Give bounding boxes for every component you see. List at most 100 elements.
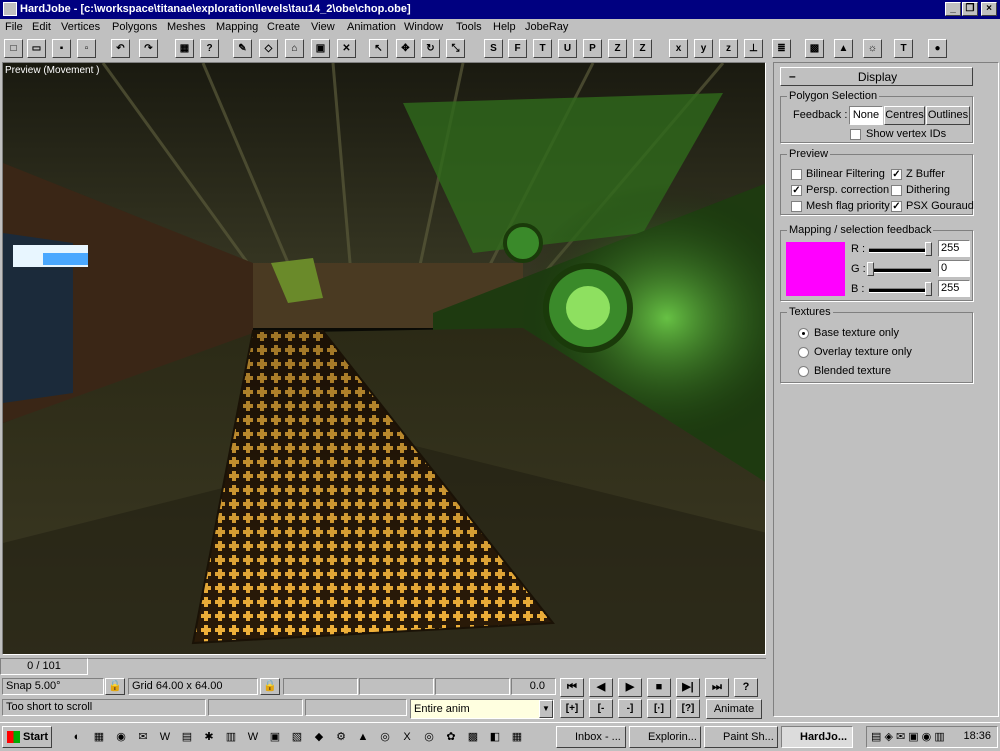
quick-launch-12-icon[interactable]: ⚙ <box>334 730 348 744</box>
redo-icon[interactable]: ↷ <box>139 39 158 58</box>
menu-file[interactable]: File <box>5 21 23 33</box>
quick-launch-9-icon[interactable]: ▣ <box>268 730 282 744</box>
quick-launch-8-icon[interactable]: W <box>246 730 260 744</box>
feedback-centres-button[interactable]: Centres <box>884 106 925 125</box>
preview-viewport[interactable]: Preview (Movement ) <box>2 62 766 655</box>
quick-launch-3-icon[interactable]: ✉ <box>136 730 150 744</box>
panel-header[interactable]: – Display <box>780 67 973 86</box>
play-icon[interactable]: ▶ <box>618 678 642 697</box>
quick-launch-10-icon[interactable]: ▧ <box>290 730 304 744</box>
quick-launch-2-icon[interactable]: ◉ <box>114 730 128 744</box>
quick-launch-1-icon[interactable]: ▦ <box>92 730 106 744</box>
add-key-icon[interactable]: [+] <box>560 699 584 718</box>
undo-icon[interactable]: ↶ <box>111 39 130 58</box>
open-folder-icon[interactable]: ▭ <box>27 39 46 58</box>
step-forward-icon[interactable]: ▶| <box>676 678 700 697</box>
menu-mapping[interactable]: Mapping <box>216 21 258 33</box>
texture-panel-icon[interactable]: ▩ <box>805 39 824 58</box>
quick-launch-16-icon[interactable]: ◎ <box>422 730 436 744</box>
scale-icon[interactable]: ⤡ <box>446 39 465 58</box>
dropdown-arrow-icon[interactable]: ▼ <box>539 700 553 718</box>
quick-launch-17-icon[interactable]: ✿ <box>444 730 458 744</box>
axis-z-icon[interactable]: z <box>719 39 738 58</box>
menu-view[interactable]: View <box>311 21 335 33</box>
key-next-icon[interactable]: -] <box>618 699 642 718</box>
menu-create[interactable]: Create <box>267 21 300 33</box>
quick-launch-11-icon[interactable]: ◆ <box>312 730 326 744</box>
menu-window[interactable]: Window <box>404 21 443 33</box>
quick-launch-7-icon[interactable]: ▥ <box>224 730 238 744</box>
quick-launch-15-icon[interactable]: X <box>400 730 414 744</box>
move-icon[interactable]: ✥ <box>396 39 415 58</box>
playback-help-icon[interactable]: ? <box>734 678 758 697</box>
mode-u-icon[interactable]: U <box>558 39 577 58</box>
color-swatch[interactable] <box>786 242 845 296</box>
quick-launch-6-icon[interactable]: ✱ <box>202 730 216 744</box>
show-vertex-ids-checkbox[interactable] <box>850 129 861 140</box>
help-icon[interactable]: ? <box>200 39 219 58</box>
snap-lock-button[interactable]: 🔒 <box>105 678 125 695</box>
quick-launch-4-icon[interactable]: W <box>158 730 172 744</box>
new-file-icon[interactable]: □ <box>4 39 23 58</box>
grid-icon[interactable]: ▦ <box>175 39 194 58</box>
cross-tool-icon[interactable]: ✕ <box>337 39 356 58</box>
polygon-icon[interactable]: ◇ <box>259 39 278 58</box>
menu-animation[interactable]: Animation <box>347 21 396 33</box>
g-value-field[interactable]: 0 <box>938 260 970 277</box>
cube-icon[interactable]: ▣ <box>311 39 330 58</box>
menu-edit[interactable]: Edit <box>32 21 51 33</box>
key-help-icon[interactable]: [?] <box>676 699 700 718</box>
title-bar[interactable]: HardJobe - [c:\workspace\titanae\explora… <box>0 0 1000 19</box>
app-icon[interactable] <box>3 2 17 16</box>
save-icon[interactable]: ▪ <box>52 39 71 58</box>
task-inbox[interactable]: Inbox - ... <box>556 726 626 748</box>
pen-icon[interactable]: ✎ <box>233 39 252 58</box>
key-prev-icon[interactable]: [- <box>589 699 613 718</box>
go-end-icon[interactable]: ⏭ <box>705 678 729 697</box>
preview-option-5-checkbox[interactable]: ✓ <box>891 201 902 212</box>
preview-option-4-checkbox[interactable] <box>791 201 802 212</box>
preview-option-1-checkbox[interactable]: ✓ <box>891 169 902 180</box>
task-paintshop[interactable]: Paint Sh... <box>704 726 778 748</box>
tray-icons[interactable]: ▤ ◈ ✉ ▣ ◉ ▥ <box>871 730 945 743</box>
preview-option-3-checkbox[interactable] <box>891 185 902 196</box>
house-icon[interactable]: ⌂ <box>285 39 304 58</box>
restore-button[interactable]: ❐ <box>962 2 978 16</box>
clock[interactable]: 18:36 <box>963 730 991 742</box>
r-slider-track[interactable] <box>869 248 931 253</box>
mode-s-icon[interactable]: S <box>484 39 503 58</box>
grid-lock-button[interactable]: 🔒 <box>260 678 280 695</box>
minimize-button[interactable]: _ <box>945 2 961 16</box>
timeline-bar[interactable] <box>88 658 766 675</box>
hammer-icon[interactable]: T <box>894 39 913 58</box>
axis-x-icon[interactable]: x <box>669 39 688 58</box>
quick-launch-20-icon[interactable]: ▦ <box>510 730 524 744</box>
task-explorer[interactable]: Explorin... <box>629 726 701 748</box>
mode-zu-icon[interactable]: Z <box>608 39 627 58</box>
b-slider-thumb[interactable] <box>925 282 932 296</box>
cone-panel-icon[interactable]: ▲ <box>834 39 853 58</box>
light-bulb-icon[interactable]: ☼ <box>863 39 882 58</box>
start-button[interactable]: Start <box>2 726 52 748</box>
anim-range-select[interactable]: Entire anim ▼ <box>410 699 554 719</box>
texture-option-1-radio[interactable] <box>798 347 809 358</box>
quick-launch-14-icon[interactable]: ◎ <box>378 730 392 744</box>
menu-vertices[interactable]: Vertices <box>61 21 100 33</box>
close-button[interactable]: × <box>981 2 997 16</box>
mode-p-icon[interactable]: P <box>583 39 602 58</box>
preview-option-0-checkbox[interactable] <box>791 169 802 180</box>
step-back-icon[interactable]: ◀ <box>589 678 613 697</box>
axis-y-icon[interactable]: y <box>694 39 713 58</box>
task-hardjobe[interactable]: HardJo... <box>781 726 853 748</box>
quick-launch-18-icon[interactable]: ▩ <box>466 730 480 744</box>
texture-option-2-radio[interactable] <box>798 366 809 377</box>
menu-help[interactable]: Help <box>493 21 516 33</box>
save-all-icon[interactable]: ▫ <box>77 39 96 58</box>
quick-launch-5-icon[interactable]: ▤ <box>180 730 194 744</box>
mode-f-icon[interactable]: F <box>508 39 527 58</box>
feedback-outlines-button[interactable]: Outlines <box>926 106 970 125</box>
feedback-none-button[interactable]: None <box>849 106 883 125</box>
animate-button[interactable]: Animate <box>706 699 762 719</box>
document-panel-icon[interactable]: ≣ <box>772 39 791 58</box>
quick-launch-13-icon[interactable]: ▲ <box>356 730 370 744</box>
